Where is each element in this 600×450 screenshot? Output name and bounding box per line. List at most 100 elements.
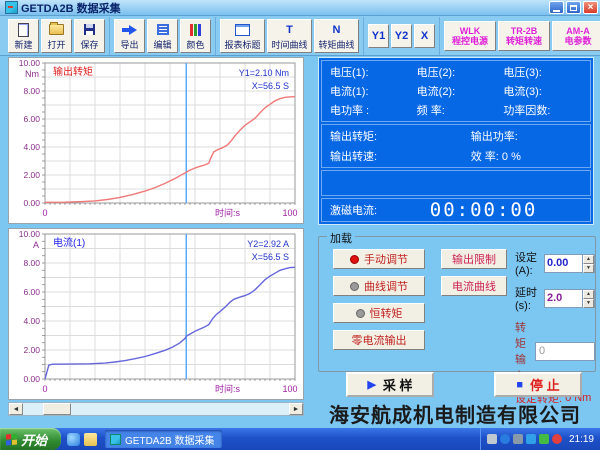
delay-input[interactable] xyxy=(545,290,582,307)
sample-label: 采 样 xyxy=(383,375,413,394)
security-icon[interactable] xyxy=(552,434,562,444)
torque-speed-button[interactable]: TR-2B 转矩转速 xyxy=(498,21,550,51)
scroll-right-button[interactable]: ► xyxy=(289,403,303,415)
radio-on-icon xyxy=(350,255,359,264)
save-button[interactable]: 保存 xyxy=(74,19,105,53)
export-button[interactable]: 导出 xyxy=(114,19,145,53)
manual-adjust-label: 手动调节 xyxy=(364,251,408,267)
svg-text:时间:s: 时间:s xyxy=(215,207,241,218)
new-label: 新建 xyxy=(14,38,32,51)
printer-icon[interactable] xyxy=(487,434,497,444)
voltage1-label: 电压(1): xyxy=(330,64,417,80)
torque-input-field[interactable] xyxy=(535,342,595,361)
sample-button[interactable]: ▶ 采 样 xyxy=(346,372,434,397)
output-torque-label: 输出转矩: xyxy=(330,128,471,144)
set-current-input[interactable] xyxy=(545,255,582,272)
current1-label: 电流(1): xyxy=(330,83,417,99)
color-button[interactable]: 颜色 xyxy=(180,19,211,53)
time-curve-button[interactable]: T 时间曲线 xyxy=(267,19,312,53)
stop-label: 停 止 xyxy=(530,375,560,394)
save-disk-icon xyxy=(84,24,95,35)
messenger-icon[interactable] xyxy=(500,434,510,444)
spin-up-icon[interactable]: ▲ xyxy=(583,255,594,264)
current-chart-panel[interactable]: 10.008.006.004.002.000.00A0时间:s100电流(1)Y… xyxy=(8,228,304,400)
taskbar: 开始 GETDA2B 数据采集 21:19 xyxy=(0,428,600,450)
svg-text:2.00: 2.00 xyxy=(23,345,40,355)
report-window-icon xyxy=(235,24,250,36)
manual-adjust-button[interactable]: 手动调节 xyxy=(333,249,425,269)
electric-params-label: 电参数 xyxy=(564,36,591,46)
set-current-label: 设定(A): xyxy=(515,249,541,277)
svg-text:Y2=2.92 A: Y2=2.92 A xyxy=(247,239,289,249)
svg-text:X=56.5 S: X=56.5 S xyxy=(252,81,289,91)
taskbar-app-button[interactable]: GETDA2B 数据采集 xyxy=(105,430,222,448)
play-icon: ▶ xyxy=(367,378,375,391)
svg-text:0: 0 xyxy=(42,208,47,218)
electric-params-model: AM-A xyxy=(566,26,590,36)
svg-text:100: 100 xyxy=(282,384,297,394)
export-label: 导出 xyxy=(120,38,138,51)
edit-label: 编辑 xyxy=(153,38,171,51)
start-button[interactable]: 开始 xyxy=(0,428,61,450)
measurement-panel: 电压(1): 电压(2): 电压(3): 电流(1): 电流(2): 电流(3)… xyxy=(318,57,594,225)
frequency-label: 频 率: xyxy=(417,102,504,118)
color-bars-icon xyxy=(190,24,201,36)
chart-horizontal-scrollbar[interactable]: ◄ ► xyxy=(8,402,304,416)
torque-chart[interactable]: 10.008.006.004.002.000.00Nm0时间:s100输出转矩Y… xyxy=(9,58,303,223)
y2-axis-button[interactable]: Y2 xyxy=(391,24,412,48)
spin-down-icon[interactable]: ▼ xyxy=(583,299,594,308)
title-bar: GETDA2B 数据采集 × xyxy=(0,0,600,16)
close-button[interactable]: × xyxy=(583,1,598,14)
voltage2-label: 电压(2): xyxy=(417,64,504,80)
minimize-button[interactable] xyxy=(549,1,564,14)
edit-button[interactable]: 编辑 xyxy=(147,19,178,53)
new-button[interactable]: 新建 xyxy=(8,19,39,53)
delay-spinner: ▲▼ xyxy=(544,289,595,308)
current2-label: 电流(2): xyxy=(417,83,504,99)
report-title-button[interactable]: 报表标题 xyxy=(220,19,265,53)
restore-button[interactable] xyxy=(566,1,581,14)
scrollbar-thumb[interactable] xyxy=(43,403,71,415)
app-icon[interactable] xyxy=(5,1,18,14)
torque-chart-panel[interactable]: 10.008.006.004.002.000.00Nm0时间:s100输出转矩Y… xyxy=(8,57,304,224)
svg-text:0: 0 xyxy=(42,384,47,394)
zero-current-button[interactable]: 零电流输出 xyxy=(333,330,425,350)
radio-off-icon xyxy=(350,282,359,291)
efficiency-label: 效 率: xyxy=(471,151,499,163)
constant-torque-button[interactable]: 恒转矩 xyxy=(333,303,425,323)
app-icon xyxy=(110,434,121,445)
current-chart[interactable]: 10.008.006.004.002.000.00A0时间:s100电流(1)Y… xyxy=(9,229,303,399)
constant-torque-label: 恒转矩 xyxy=(370,305,403,321)
torque-curve-button[interactable]: N 转矩曲线 xyxy=(314,19,359,53)
antivirus-icon[interactable] xyxy=(539,434,549,444)
usb-icon[interactable] xyxy=(513,434,523,444)
open-button[interactable]: 打开 xyxy=(41,19,72,53)
export-arrow-icon xyxy=(129,25,137,35)
svg-text:10.00: 10.00 xyxy=(19,58,41,68)
current3-label: 电流(3): xyxy=(503,83,590,99)
spin-up-icon[interactable]: ▲ xyxy=(583,290,594,299)
y1-axis-button[interactable]: Y1 xyxy=(368,24,389,48)
svg-text:8.00: 8.00 xyxy=(23,86,40,96)
svg-text:6.00: 6.00 xyxy=(23,287,40,297)
scroll-left-button[interactable]: ◄ xyxy=(9,403,23,415)
power-supply-model: WLK xyxy=(460,26,481,36)
network-icon[interactable] xyxy=(526,434,536,444)
svg-text:2.00: 2.00 xyxy=(23,170,40,180)
svg-text:100: 100 xyxy=(282,208,297,218)
electric-params-button[interactable]: AM-A 电参数 xyxy=(552,21,600,51)
svg-text:6.00: 6.00 xyxy=(23,114,40,124)
curve-adjust-button[interactable]: 曲线调节 xyxy=(333,276,425,296)
toolbar: 新建 打开 保存 导出 编辑 颜色 xyxy=(0,16,600,56)
browser-icon[interactable] xyxy=(67,433,80,446)
time-curve-label: 时间曲线 xyxy=(271,38,307,51)
current-curve-button[interactable]: 电流曲线 xyxy=(441,276,507,296)
output-limit-button[interactable]: 输出限制 xyxy=(441,249,507,269)
power-supply-button[interactable]: WLK 程控电源 xyxy=(444,21,496,51)
stop-button[interactable]: ■ 停 止 xyxy=(494,372,582,397)
power-factor-label: 功率因数: xyxy=(503,102,590,118)
spin-down-icon[interactable]: ▼ xyxy=(583,264,594,273)
folder-shortcut-icon[interactable] xyxy=(84,433,97,446)
x-axis-button[interactable]: X xyxy=(414,24,435,48)
color-label: 颜色 xyxy=(186,38,204,51)
